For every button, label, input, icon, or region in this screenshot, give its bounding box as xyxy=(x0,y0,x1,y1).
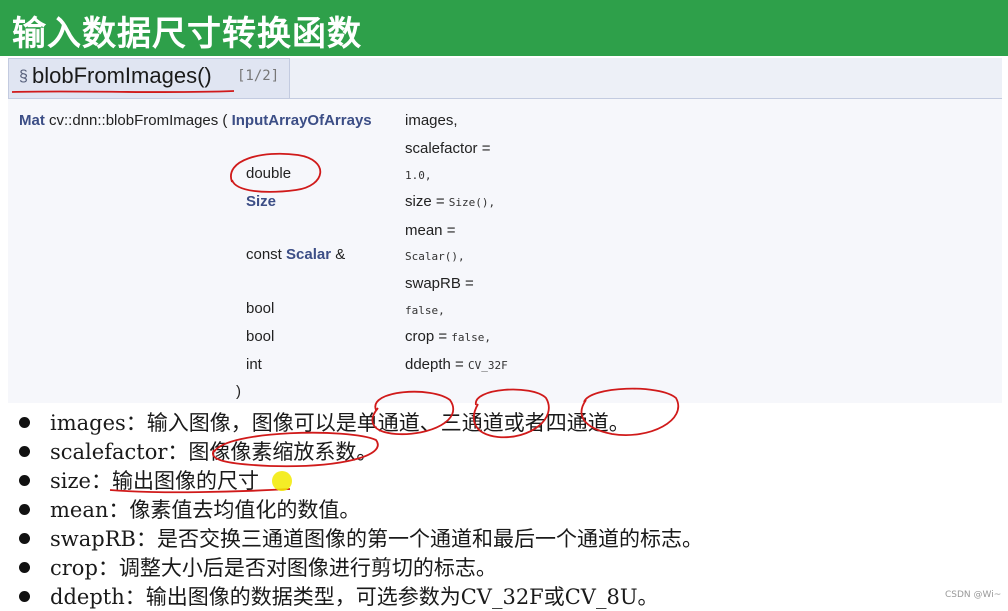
bullet-dot xyxy=(19,475,30,486)
bullet-dot xyxy=(19,533,30,544)
param-crop: crop = false, xyxy=(405,328,491,345)
param-type-bool-swaprb: bool xyxy=(246,300,275,317)
function-name: blobFromImages() xyxy=(32,63,212,88)
section-sign-icon: § xyxy=(19,68,28,85)
param-scalefactor-label: scalefactor = xyxy=(405,140,491,157)
bullet-dot xyxy=(19,504,30,515)
param-ddepth-label: ddepth = xyxy=(405,356,468,373)
param-type-double: double xyxy=(246,165,292,182)
reference-symbol: & xyxy=(331,246,346,263)
list-item-text: swapRB：是否交换三通道图像的第一个通道和最后一个通道的标志。 xyxy=(50,527,703,551)
return-type: Mat xyxy=(19,112,45,129)
bullet-dot xyxy=(19,417,30,428)
param-size-label: size = xyxy=(405,193,449,210)
param-type-bool-crop: bool xyxy=(246,328,275,345)
list-item-text: crop：调整大小后是否对图像进行剪切的标志。 xyxy=(50,556,497,580)
watermark: CSDN @Wi~ xyxy=(945,590,1002,600)
param-type-images: InputArrayOfArrays xyxy=(231,112,372,129)
param-ddepth-default: CV_32F xyxy=(467,359,508,372)
param-images: images, xyxy=(405,112,458,129)
param-mean-default: Scalar(), xyxy=(405,250,465,263)
overload-indicator: [1/2] xyxy=(237,68,280,84)
param-type-size: Size xyxy=(246,193,277,210)
param-swaprb-default: false, xyxy=(405,304,445,317)
function-qualified-name: cv::dnn::blobFromImages ( xyxy=(44,112,232,129)
title-bar: 输入数据尺寸转换函数 xyxy=(0,0,1008,56)
bullet-dot xyxy=(19,446,30,457)
list-item-text: ddepth：输出图像的数据类型，可选参数为CV_32F或CV_8U。 xyxy=(50,585,659,609)
param-ddepth: ddepth = CV_32F xyxy=(405,356,508,373)
page-title: 输入数据尺寸转换函数 xyxy=(12,14,362,54)
param-size-default: Size(), xyxy=(448,196,496,209)
list-item-text: mean：像素值去均值化的数值。 xyxy=(50,498,361,522)
bullet-dot xyxy=(19,591,30,602)
function-header: § blobFromImages() [1/2] xyxy=(8,58,290,98)
param-type-int: int xyxy=(246,356,262,373)
signature-head: Mat cv::dnn::blobFromImages ( InputArray… xyxy=(19,112,372,129)
cursor-highlight-icon xyxy=(272,471,292,491)
bullet-dot xyxy=(19,562,30,573)
param-scalefactor-default: 1.0, xyxy=(405,169,432,182)
scalar-type: Scalar xyxy=(286,246,332,263)
param-swaprb-label: swapRB = xyxy=(405,275,474,292)
signature-close: ) xyxy=(236,383,241,400)
param-crop-default: false, xyxy=(451,331,492,344)
param-crop-label: crop = xyxy=(405,328,452,345)
list-item-text: size：输出图像的尺寸 xyxy=(50,469,259,493)
param-mean-label: mean = xyxy=(405,222,456,239)
list-item-text: images：输入图像，图像可以是单通道、三通道或者四通道。 xyxy=(50,411,630,435)
param-size: size = Size(), xyxy=(405,193,495,210)
const-keyword: const xyxy=(246,246,287,263)
list-item-text: scalefactor：图像像素缩放系数。 xyxy=(50,440,378,464)
param-type-scalar: const Scalar & xyxy=(246,246,345,263)
